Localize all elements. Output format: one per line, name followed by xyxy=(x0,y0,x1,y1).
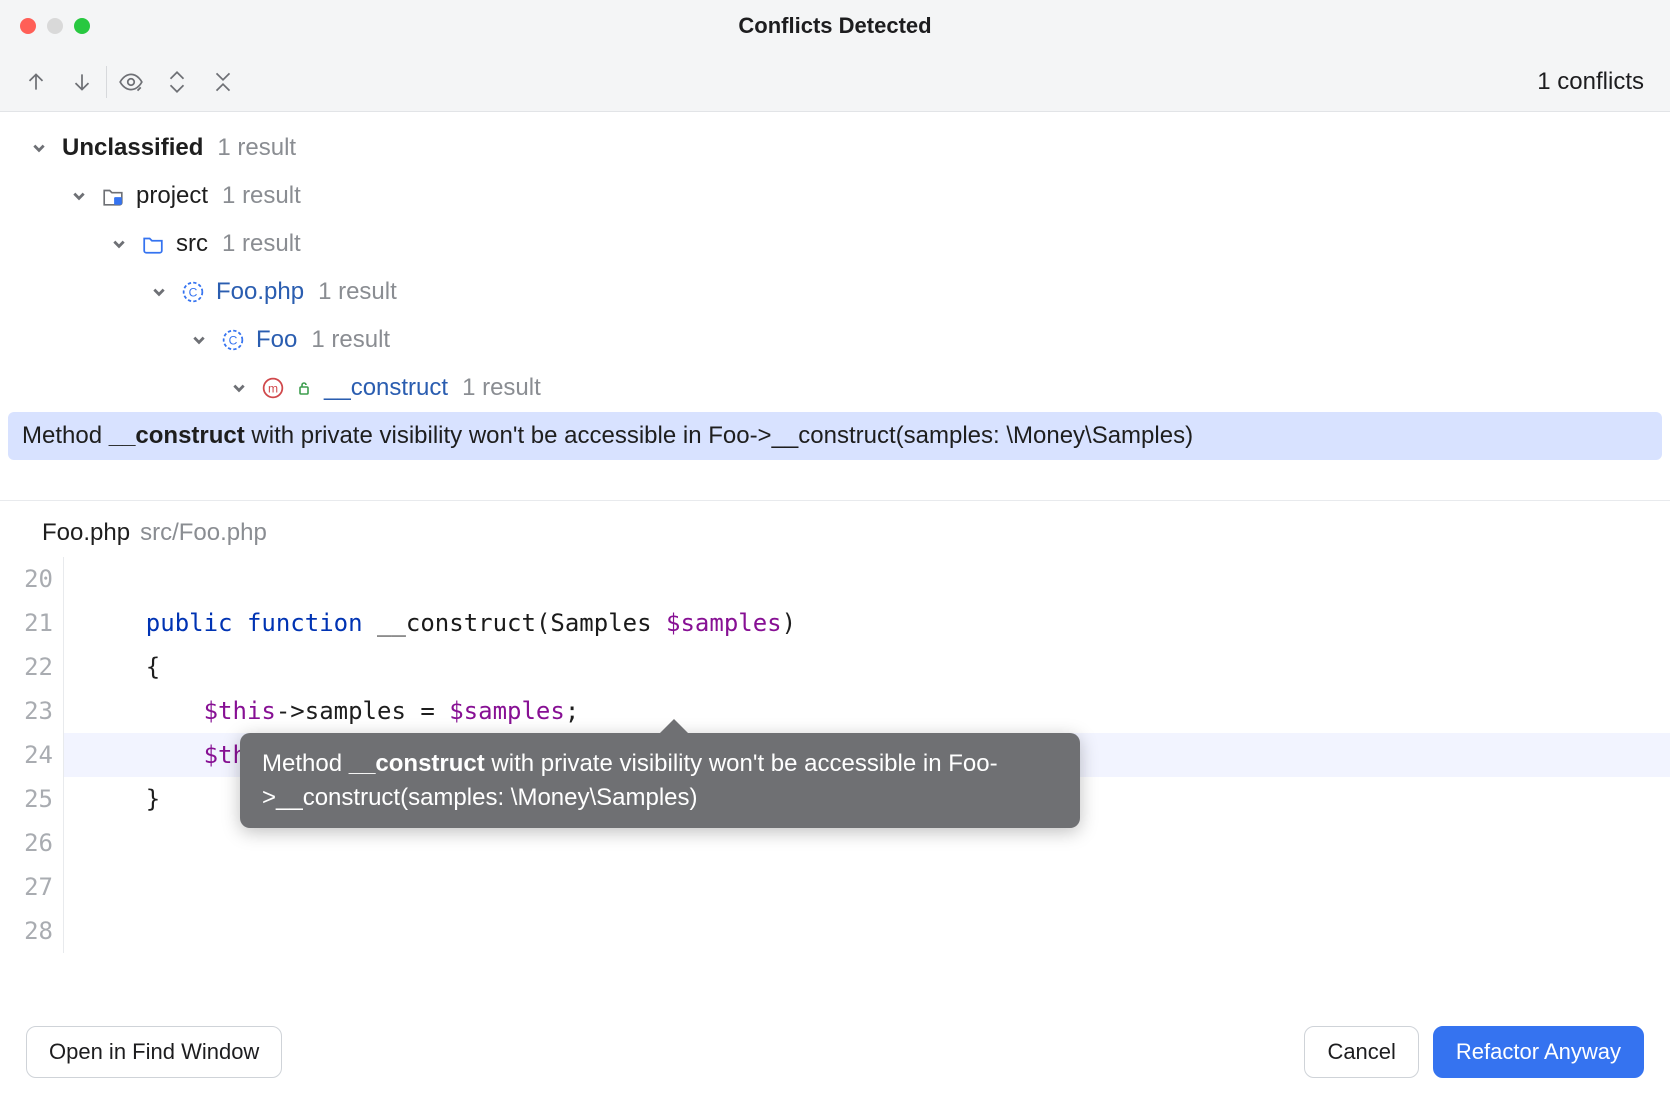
code-body: public function __construct(Samples $sam… xyxy=(64,557,1670,953)
line-number: 27 xyxy=(0,865,53,909)
tree-node-method[interactable]: m __construct 1 result xyxy=(0,364,1670,412)
tree-group-unclassified[interactable]: Unclassified 1 result xyxy=(0,124,1670,172)
next-occurrence-icon[interactable] xyxy=(68,68,96,96)
tree-node-project[interactable]: project 1 result xyxy=(0,172,1670,220)
conflict-count: 1 conflicts xyxy=(1537,68,1644,96)
tree-group-count: 1 result xyxy=(217,134,296,162)
class-icon: C xyxy=(222,329,244,351)
conflict-tree: Unclassified 1 result project 1 result s… xyxy=(0,112,1670,500)
tree-node-label: src xyxy=(176,230,208,258)
line-number: 20 xyxy=(0,557,53,601)
editor-header: Foo.php src/Foo.php xyxy=(0,500,1670,557)
chevron-down-icon xyxy=(110,237,128,251)
svg-text:C: C xyxy=(229,333,238,347)
tree-node-count: 1 result xyxy=(311,326,390,354)
class-file-icon: C xyxy=(182,281,204,303)
conflict-text: Method __construct with private visibili… xyxy=(22,422,1193,450)
expand-all-icon[interactable] xyxy=(163,68,191,96)
code-line: public function __construct(Samples $sam… xyxy=(88,601,1670,645)
tree-conflict-message[interactable]: Method __construct with private visibili… xyxy=(8,412,1662,460)
conflict-bold: __construct xyxy=(109,422,245,449)
editor-file-name: Foo.php xyxy=(42,519,130,547)
line-number: 28 xyxy=(0,909,53,953)
conflict-suffix: with private visibility won't be accessi… xyxy=(245,422,1193,449)
tooltip-bold: __construct xyxy=(349,750,485,777)
code-line: { xyxy=(88,645,1670,689)
tree-node-src[interactable]: src 1 result xyxy=(0,220,1670,268)
cancel-button[interactable]: Cancel xyxy=(1304,1026,1418,1078)
tree-node-label: __construct xyxy=(324,374,448,402)
chevron-down-icon xyxy=(190,333,208,347)
svg-text:C: C xyxy=(189,285,198,299)
tree-node-count: 1 result xyxy=(222,230,301,258)
code-line: $this->samples = $samples; xyxy=(88,689,1670,733)
line-gutter: 20 21 22 23 24 25 26 27 28 xyxy=(0,557,64,953)
close-icon[interactable] xyxy=(20,18,36,34)
window-controls xyxy=(20,18,90,34)
open-in-find-window-button[interactable]: Open in Find Window xyxy=(26,1026,282,1078)
prev-occurrence-icon[interactable] xyxy=(22,68,50,96)
code-line xyxy=(88,865,1670,909)
tree-node-count: 1 result xyxy=(222,182,301,210)
tooltip-prefix: Method xyxy=(262,750,349,777)
line-number: 24 xyxy=(0,733,53,777)
conflict-prefix: Method xyxy=(22,422,109,449)
chevron-down-icon xyxy=(70,189,88,203)
editor-file-path: src/Foo.php xyxy=(140,519,267,547)
chevron-down-icon xyxy=(150,285,168,299)
code-line xyxy=(88,557,1670,601)
line-number: 26 xyxy=(0,821,53,865)
tree-node-class[interactable]: C Foo 1 result xyxy=(0,316,1670,364)
line-number: 22 xyxy=(0,645,53,689)
chevron-down-icon xyxy=(30,141,48,155)
method-icon: m xyxy=(262,377,284,399)
tree-node-count: 1 result xyxy=(462,374,541,402)
title-bar: Conflicts Detected xyxy=(0,0,1670,52)
toolbar: 1 conflicts xyxy=(0,52,1670,112)
line-number: 21 xyxy=(0,601,53,645)
refactor-anyway-button[interactable]: Refactor Anyway xyxy=(1433,1026,1644,1078)
tree-node-count: 1 result xyxy=(318,278,397,306)
window-title: Conflicts Detected xyxy=(738,13,931,39)
code-preview: 20 21 22 23 24 25 26 27 28 public functi… xyxy=(0,557,1670,973)
tree-node-file[interactable]: C Foo.php 1 result xyxy=(0,268,1670,316)
tree-node-label: Foo.php xyxy=(216,278,304,306)
code-line xyxy=(88,909,1670,953)
folder-icon xyxy=(142,233,164,255)
tree-group-label: Unclassified xyxy=(62,134,203,162)
minimize-icon[interactable] xyxy=(47,18,63,34)
preview-icon[interactable] xyxy=(117,68,145,96)
maximize-icon[interactable] xyxy=(74,18,90,34)
visibility-icon xyxy=(296,377,312,399)
line-number: 23 xyxy=(0,689,53,733)
tree-node-label: project xyxy=(136,182,208,210)
line-number: 25 xyxy=(0,777,53,821)
chevron-down-icon xyxy=(230,381,248,395)
svg-text:m: m xyxy=(268,381,278,395)
conflict-tooltip: Method __construct with private visibili… xyxy=(240,733,1080,828)
tree-node-label: Foo xyxy=(256,326,297,354)
dialog-footer: Open in Find Window Cancel Refactor Anyw… xyxy=(0,1008,1670,1104)
module-icon xyxy=(102,185,124,207)
collapse-all-icon[interactable] xyxy=(209,68,237,96)
